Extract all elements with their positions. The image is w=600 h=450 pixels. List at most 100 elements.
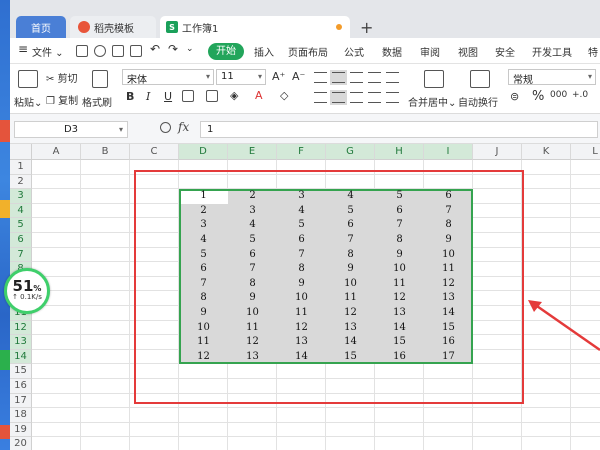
increase-font-icon[interactable]: A⁺ bbox=[272, 70, 285, 83]
zoom-magnifier-icon[interactable] bbox=[160, 122, 171, 133]
undo-icon[interactable]: ↶ bbox=[150, 42, 160, 56]
column-header-i[interactable]: I bbox=[424, 144, 473, 160]
save-icon[interactable] bbox=[76, 45, 88, 57]
align-bottom-icon[interactable] bbox=[350, 72, 363, 83]
new-tab-plus-icon[interactable]: + bbox=[360, 18, 373, 37]
chevron-down-icon: ▾ bbox=[587, 72, 592, 81]
menu-tab-view[interactable]: 视图 bbox=[458, 44, 478, 59]
row-header-3[interactable]: 3 bbox=[10, 189, 32, 204]
wrap-text-icon[interactable] bbox=[470, 70, 490, 88]
fill-pattern-icon[interactable] bbox=[206, 90, 218, 102]
underline-button[interactable]: U bbox=[164, 90, 172, 103]
row-header-12[interactable]: 12 bbox=[10, 320, 32, 336]
currency-icon[interactable]: ⊜ bbox=[510, 90, 519, 103]
row-header-18[interactable]: 18 bbox=[10, 408, 32, 423]
desktop-icon-green bbox=[0, 350, 10, 370]
column-header-a[interactable]: A bbox=[32, 144, 81, 160]
column-header-k[interactable]: K bbox=[522, 144, 571, 160]
menu-tab-insert[interactable]: 插入 bbox=[254, 44, 274, 59]
align-top-icon[interactable] bbox=[314, 72, 327, 83]
row-header-13[interactable]: 13 bbox=[10, 335, 32, 350]
paste-label: 粘贴 bbox=[14, 98, 34, 109]
print-icon[interactable] bbox=[112, 45, 124, 57]
align-center-icon[interactable] bbox=[330, 90, 347, 105]
tab-template[interactable]: 稻壳模板 bbox=[70, 16, 156, 38]
align-middle-icon[interactable] bbox=[330, 70, 347, 85]
column-header-f[interactable]: F bbox=[277, 144, 326, 160]
outdent-icon[interactable] bbox=[386, 72, 399, 83]
paste-button[interactable]: 粘贴⌄ bbox=[14, 94, 42, 109]
select-all-corner[interactable] bbox=[10, 144, 32, 160]
column-header-d[interactable]: D bbox=[179, 144, 228, 160]
justify-icon[interactable] bbox=[368, 92, 381, 103]
border-icon[interactable] bbox=[182, 90, 194, 102]
row-header-5[interactable]: 5 bbox=[10, 218, 32, 233]
name-box[interactable]: D3 ▾ bbox=[14, 121, 128, 138]
bold-button[interactable]: B bbox=[126, 90, 134, 103]
tab-home[interactable]: 首页 bbox=[16, 16, 66, 38]
quick-access-dropdown-icon[interactable]: ⌄ bbox=[186, 44, 194, 54]
percent-button[interactable]: % bbox=[532, 89, 544, 104]
menu-tab-review[interactable]: 审阅 bbox=[420, 44, 440, 59]
speed-rate: ↑ 0.1K/s bbox=[12, 293, 42, 301]
paste-icon[interactable] bbox=[18, 70, 38, 88]
copy-button[interactable]: ❐ 复制 bbox=[46, 92, 78, 107]
menu-file[interactable]: 文件 ⌄ bbox=[32, 44, 64, 59]
merge-center-button[interactable]: 合并居中⌄ bbox=[408, 94, 456, 109]
thousands-icon[interactable]: 000 bbox=[550, 90, 567, 100]
row-header-15[interactable]: 15 bbox=[10, 364, 32, 379]
menu-tab-start[interactable]: 开始 bbox=[208, 43, 244, 60]
print-preview-icon[interactable] bbox=[130, 45, 142, 57]
menu-tab-more[interactable]: 特 bbox=[588, 44, 598, 59]
cut-button[interactable]: ✂ 剪切 bbox=[46, 70, 78, 85]
column-header-c[interactable]: C bbox=[130, 144, 179, 160]
row-header-14[interactable]: 14 bbox=[10, 349, 32, 365]
tab-workbook[interactable]: S 工作簿1 bbox=[160, 16, 350, 38]
column-header-l[interactable]: L bbox=[571, 144, 600, 160]
redo-icon[interactable]: ↷ bbox=[168, 42, 178, 56]
format-painter-button[interactable]: 格式刷 bbox=[82, 94, 112, 109]
export-icon[interactable] bbox=[94, 45, 106, 57]
row-header-20[interactable]: 20 bbox=[10, 437, 32, 450]
align-left-icon[interactable] bbox=[314, 92, 327, 103]
font-color-button[interactable]: A bbox=[255, 89, 263, 102]
number-format-select[interactable]: 常规 ▾ bbox=[508, 69, 596, 86]
format-painter-icon[interactable] bbox=[92, 70, 108, 88]
column-header-h[interactable]: H bbox=[375, 144, 424, 160]
menu-tab-security[interactable]: 安全 bbox=[495, 44, 515, 59]
row-header-19[interactable]: 19 bbox=[10, 422, 32, 438]
align-right-icon[interactable] bbox=[350, 92, 363, 103]
row-header-1[interactable]: 1 bbox=[10, 160, 32, 175]
column-header-b[interactable]: B bbox=[81, 144, 130, 160]
menu-tab-page-layout[interactable]: 页面布局 bbox=[288, 44, 328, 59]
chevron-down-icon: ▾ bbox=[205, 72, 210, 81]
row-header-6[interactable]: 6 bbox=[10, 233, 32, 248]
row-header-2[interactable]: 2 bbox=[10, 174, 32, 190]
ribbon-toolbar: 粘贴⌄ ✂ 剪切 ❐ 复制 格式刷 宋体 ▾ 11 ▾ A⁺ A⁻ B I U ◈ … bbox=[10, 64, 600, 114]
row-header-17[interactable]: 17 bbox=[10, 393, 32, 409]
font-name-select[interactable]: 宋体 ▾ bbox=[122, 69, 214, 86]
network-speed-widget[interactable]: 51% ↑ 0.1K/s bbox=[4, 268, 50, 314]
italic-button[interactable]: I bbox=[146, 90, 150, 103]
row-header-7[interactable]: 7 bbox=[10, 247, 32, 263]
decimal-increase-icon[interactable]: +.0 bbox=[572, 90, 588, 100]
insert-function-button[interactable]: fx bbox=[178, 120, 189, 134]
row-header-4[interactable]: 4 bbox=[10, 203, 32, 219]
font-size-select[interactable]: 11 ▾ bbox=[216, 69, 266, 85]
fill-color-icon[interactable]: ◈ bbox=[230, 89, 238, 102]
indent-icon[interactable] bbox=[368, 72, 381, 83]
column-header-e[interactable]: E bbox=[228, 144, 277, 160]
column-header-j[interactable]: J bbox=[473, 144, 522, 160]
wrap-text-button[interactable]: 自动换行 bbox=[458, 94, 498, 109]
menu-tab-developer[interactable]: 开发工具 bbox=[532, 44, 572, 59]
decrease-font-icon[interactable]: A⁻ bbox=[292, 70, 305, 83]
row-header-16[interactable]: 16 bbox=[10, 379, 32, 394]
menu-tab-formula[interactable]: 公式 bbox=[344, 44, 364, 59]
merge-center-icon[interactable] bbox=[424, 70, 444, 88]
clear-format-icon[interactable]: ◇ bbox=[280, 89, 288, 102]
column-header-g[interactable]: G bbox=[326, 144, 375, 160]
hamburger-icon[interactable]: ≡ bbox=[18, 42, 28, 56]
menu-tab-data[interactable]: 数据 bbox=[382, 44, 402, 59]
distribute-icon[interactable] bbox=[386, 92, 399, 103]
formula-input[interactable]: 1 bbox=[200, 121, 598, 138]
